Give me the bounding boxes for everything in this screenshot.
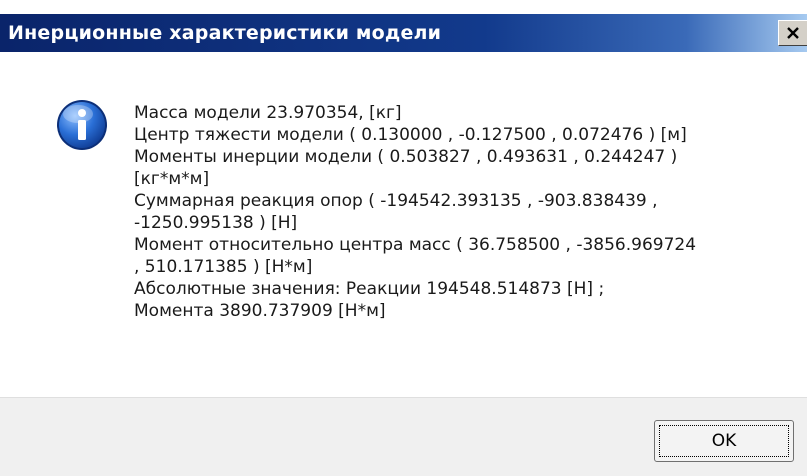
message-line-moment-about-center: Момент относительно центра масс ( 36.758… <box>134 235 697 255</box>
message-line-mass: Масса модели 23.970354, [кг] <box>134 103 402 123</box>
message-text: Масса модели 23.970354, [кг] Центр тяжес… <box>134 102 774 322</box>
focus-rect <box>659 425 789 457</box>
close-button[interactable] <box>778 20 807 46</box>
dialog-window: Инерционные характеристики модели Масса … <box>0 0 807 476</box>
info-icon <box>57 100 107 150</box>
window-top-edge <box>0 0 807 14</box>
button-bar: OK <box>0 397 807 476</box>
ok-button[interactable]: OK <box>654 420 794 462</box>
message-line-moment-about-center-cont: , 510.171385 ) [Н*м] <box>134 257 313 277</box>
message-line-support-reaction: Суммарная реакция опор ( -194542.393135 … <box>134 191 658 211</box>
message-line-center-of-mass: Центр тяжести модели ( 0.130000 , -0.127… <box>134 125 687 145</box>
close-icon <box>787 27 799 39</box>
window-title: Инерционные характеристики модели <box>8 22 442 44</box>
message-line-moment-absolute: Момента 3890.737909 [Н*м] <box>134 301 386 321</box>
message-line-support-reaction-cont: -1250.995138 ) [Н] <box>134 213 298 233</box>
title-bar[interactable]: Инерционные характеристики модели <box>0 14 807 52</box>
dialog-content: Масса модели 23.970354, [кг] Центр тяжес… <box>0 52 807 397</box>
message-line-absolute-values: Абсолютные значения: Реакции 194548.5148… <box>134 279 605 299</box>
message-line-moments-unit: [кг*м*м] <box>134 169 210 189</box>
message-line-moments-of-inertia: Моменты инерции модели ( 0.503827 , 0.49… <box>134 147 678 167</box>
